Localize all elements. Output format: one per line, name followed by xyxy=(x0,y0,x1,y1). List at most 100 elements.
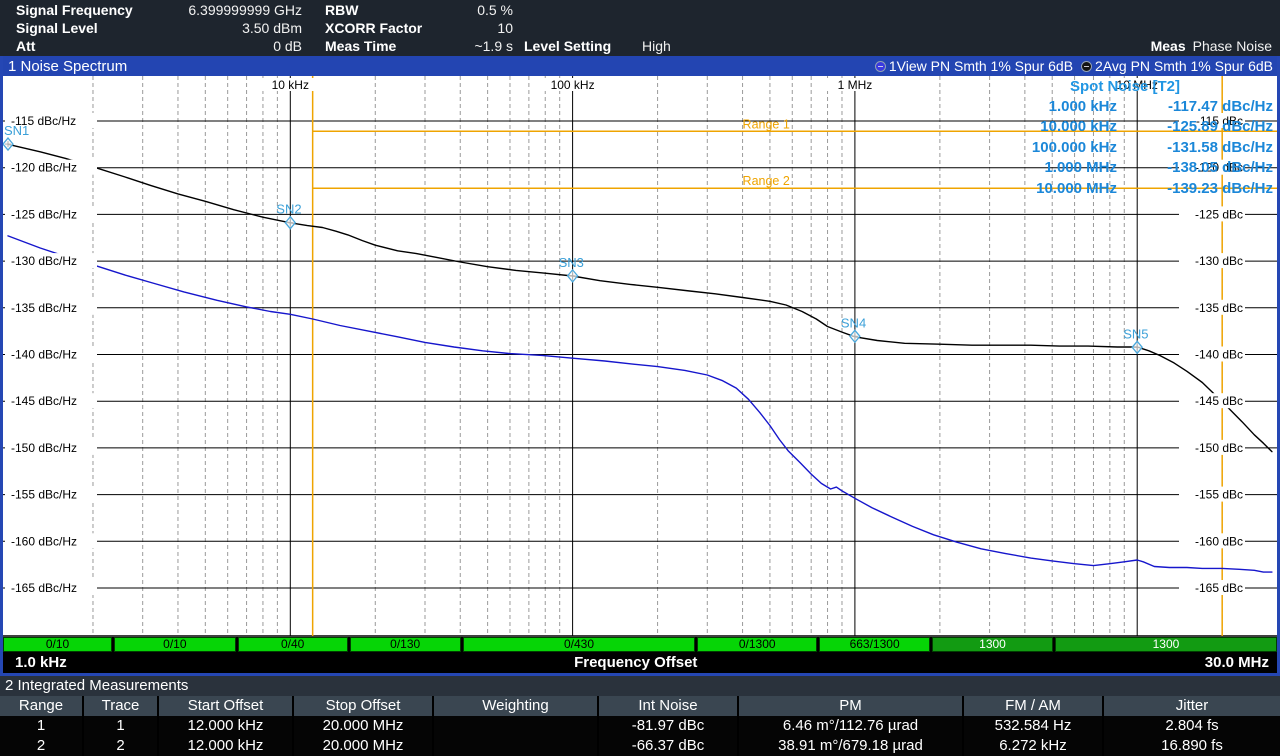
x-axis-title: Frequency Offset xyxy=(67,654,1205,671)
y-tick-right: -135 dBc xyxy=(1195,301,1243,315)
marker-label: SN1 xyxy=(4,123,29,138)
column-header: FM / AM xyxy=(962,696,1102,716)
y-tick-left: -155 dBc/Hz xyxy=(11,488,77,502)
y-tick-right: -160 dBc xyxy=(1195,534,1243,548)
column-header: Start Offset xyxy=(157,696,292,716)
y-tick-right: -120 dBc xyxy=(1195,161,1243,175)
progress-segment: 663/1300 xyxy=(819,637,930,652)
column-header: Weighting xyxy=(432,696,597,716)
xcorr-factor-value[interactable]: 10 xyxy=(430,19,513,37)
xcorr-factor-label: XCORR Factor xyxy=(325,19,443,37)
trace-2-curve xyxy=(8,236,1272,572)
meas-time-value[interactable]: ~1.9 s xyxy=(430,37,513,55)
y-tick-left: -140 dBc/Hz xyxy=(11,348,77,362)
y-tick-left: -165 dBc/Hz xyxy=(11,581,77,595)
table-cell: 12.000 kHz xyxy=(157,736,292,756)
trace-2-icon xyxy=(1081,61,1092,72)
signal-frequency-value[interactable]: 6.399999999 GHz xyxy=(150,1,302,19)
progress-segment: 1300 xyxy=(932,637,1053,652)
table-cell: 16.890 fs xyxy=(1102,736,1280,756)
table-cell: 532.584 Hz xyxy=(962,716,1102,736)
table-cell: 20.000 MHz xyxy=(292,736,432,756)
column-header: Jitter xyxy=(1102,696,1280,716)
rbw-label: RBW xyxy=(325,1,443,19)
signal-frequency-label: Signal Frequency xyxy=(16,1,156,19)
table-cell: 2 xyxy=(82,736,157,756)
table-cell xyxy=(432,716,597,736)
column-header: Stop Offset xyxy=(292,696,432,716)
column-header: Int Noise xyxy=(597,696,737,716)
integrated-measurements-titlebar[interactable]: 2 Integrated Measurements xyxy=(0,676,1280,696)
progress-segment: 0/10 xyxy=(114,637,236,652)
x-tick-label: 10 MHz xyxy=(1117,78,1158,92)
table-cell: 1 xyxy=(0,716,82,736)
column-header: Trace xyxy=(82,696,157,716)
y-tick-right: -125 dBc xyxy=(1195,207,1243,221)
meas-value: Phase Noise xyxy=(1193,38,1272,54)
x-axis-stop: 30.0 MHz xyxy=(1205,654,1277,671)
meas-label: Meas xyxy=(1151,38,1186,54)
y-tick-right: -150 dBc xyxy=(1195,441,1243,455)
att-value[interactable]: 0 dB xyxy=(150,37,302,55)
meas-time-label: Meas Time xyxy=(325,37,443,55)
legend-trace-1[interactable]: 1View PN Smth 1% Spur 6dB xyxy=(875,58,1073,74)
progress-segment: 1300 xyxy=(1055,637,1277,652)
noise-spectrum-window: 1 Noise Spectrum 1View PN Smth 1% Spur 6… xyxy=(0,56,1280,676)
rbw-value[interactable]: 0.5 % xyxy=(430,1,513,19)
progress-segment: 0/40 xyxy=(238,637,348,652)
table-cell: 1 xyxy=(82,716,157,736)
table-cell: 20.000 MHz xyxy=(292,716,432,736)
level-setting-value[interactable]: High xyxy=(642,37,671,55)
legend-trace-2[interactable]: 2Avg PN Smth 1% Spur 6dB xyxy=(1081,58,1273,74)
integrated-measurements-table: RangeTraceStart OffsetStop OffsetWeighti… xyxy=(0,696,1280,756)
marker-label: SN3 xyxy=(559,255,584,270)
y-tick-right: -165 dBc xyxy=(1195,581,1243,595)
noise-spectrum-plot[interactable]: Range 1Range 2-115 dBc/Hz-115 dBc-120 dB… xyxy=(3,76,1277,637)
y-tick-left: -125 dBc/Hz xyxy=(11,207,77,221)
x-axis-start: 1.0 kHz xyxy=(3,654,67,671)
y-tick-left: -120 dBc/Hz xyxy=(11,161,77,175)
noise-spectrum-titlebar[interactable]: 1 Noise Spectrum 1View PN Smth 1% Spur 6… xyxy=(3,56,1277,76)
y-tick-right: -140 dBc xyxy=(1195,348,1243,362)
noise-spectrum-chart[interactable]: Range 1Range 2-115 dBc/Hz-115 dBc-120 dB… xyxy=(3,76,1277,637)
marker-label: SN5 xyxy=(1123,326,1148,341)
legend-trace-label: 1View PN Smth 1% Spur 6dB xyxy=(889,58,1073,74)
meas-mode: Meas Phase Noise xyxy=(1151,37,1272,55)
window1-title: 1 Noise Spectrum xyxy=(3,58,127,75)
table-cell: -66.37 dBc xyxy=(597,736,737,756)
table-cell: 38.91 m°/679.18 µrad xyxy=(737,736,962,756)
y-tick-left: -135 dBc/Hz xyxy=(11,301,77,315)
legend-trace-label: 2Avg PN Smth 1% Spur 6dB xyxy=(1095,58,1273,74)
y-tick-left: -160 dBc/Hz xyxy=(11,534,77,548)
level-setting-label: Level Setting xyxy=(524,37,611,55)
integrated-measurements-window: 2 Integrated Measurements RangeTraceStar… xyxy=(0,676,1280,756)
table-cell: 6.46 m°/112.76 µrad xyxy=(737,716,962,736)
trace-legend: 1View PN Smth 1% Spur 6dB 2Avg PN Smth 1%… xyxy=(875,58,1277,74)
y-tick-right: -130 dBc xyxy=(1195,254,1243,268)
window2-title: 2 Integrated Measurements xyxy=(5,677,188,694)
x-axis-bar: 1.0 kHz Frequency Offset 30.0 MHz xyxy=(3,652,1277,673)
trace-1-icon xyxy=(875,61,886,72)
att-label: Att xyxy=(16,37,156,55)
x-tick-label: 10 kHz xyxy=(272,78,309,92)
signal-level-value[interactable]: 3.50 dBm xyxy=(150,19,302,37)
column-header: PM xyxy=(737,696,962,716)
y-tick-right: -145 dBc xyxy=(1195,394,1243,408)
y-tick-left: -130 dBc/Hz xyxy=(11,254,77,268)
x-tick-label: 100 kHz xyxy=(551,78,595,92)
table-cell: 2.804 fs xyxy=(1102,716,1280,736)
measurement-header: Signal Frequency 6.399999999 GHz Signal … xyxy=(0,0,1280,56)
table-header-row: RangeTraceStart OffsetStop OffsetWeighti… xyxy=(0,696,1280,716)
trace-1-curve xyxy=(8,144,1272,451)
y-tick-right: -115 dBc xyxy=(1196,114,1243,128)
table-row[interactable]: 2212.000 kHz20.000 MHz-66.37 dBc38.91 m°… xyxy=(0,736,1280,756)
table-row[interactable]: 1112.000 kHz20.000 MHz-81.97 dBc6.46 m°/… xyxy=(0,716,1280,736)
marker-label: SN2 xyxy=(276,202,301,217)
progress-segment: 0/1300 xyxy=(697,637,817,652)
y-tick-left: -150 dBc/Hz xyxy=(11,441,77,455)
range-label: Range 2 xyxy=(743,174,790,188)
signal-level-label: Signal Level xyxy=(16,19,156,37)
measurement-progress-bar: 0/100/100/400/1300/4300/1300663/13001300… xyxy=(3,637,1277,652)
table-cell xyxy=(432,736,597,756)
range-label: Range 1 xyxy=(743,117,790,131)
